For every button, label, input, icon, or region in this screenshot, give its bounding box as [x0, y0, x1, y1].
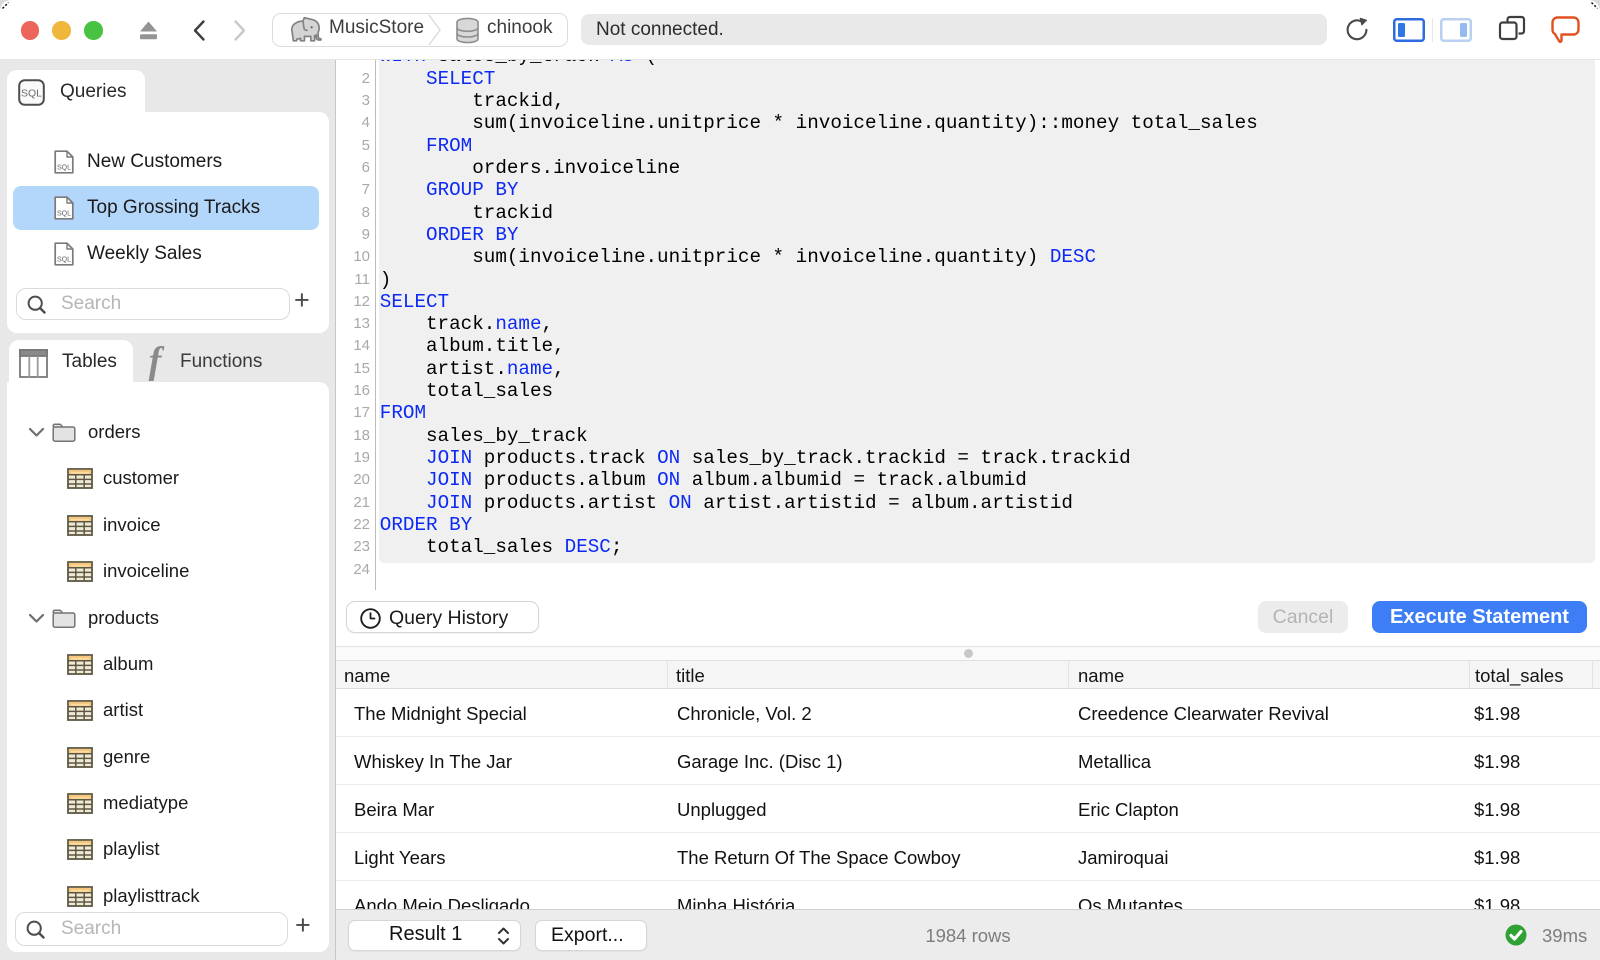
- svg-text:SQL: SQL: [57, 165, 71, 172]
- svg-text:SQL: SQL: [57, 257, 71, 264]
- svg-text:SQL: SQL: [21, 88, 42, 100]
- svg-text:f: f: [149, 343, 165, 382]
- svg-text:SQL: SQL: [57, 211, 71, 218]
